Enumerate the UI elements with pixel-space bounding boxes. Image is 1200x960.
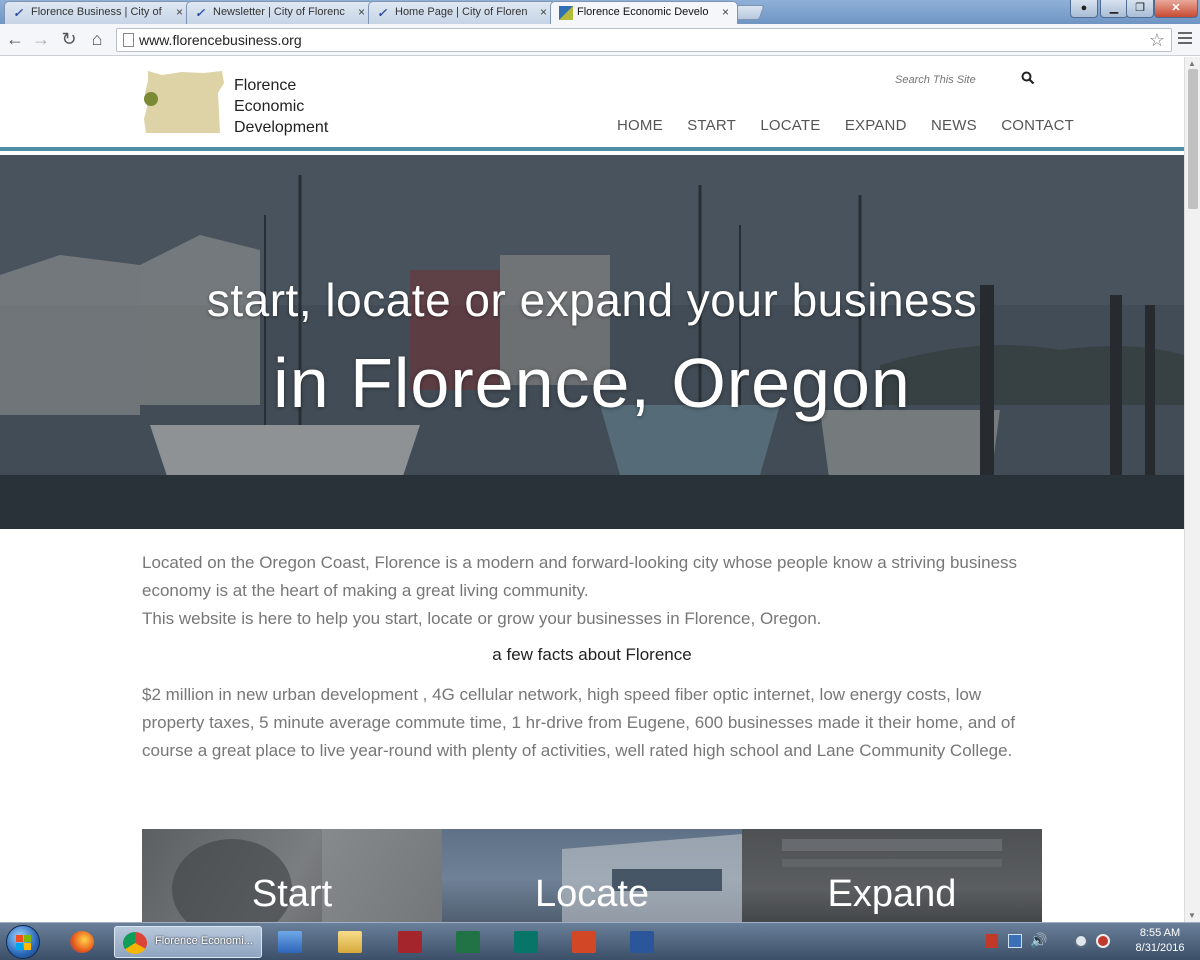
card-expand[interactable]: Expand: [742, 829, 1042, 922]
taskbar-active-label: Florence Economi...: [155, 935, 253, 947]
folder-icon: [338, 931, 362, 953]
tab-title: Newsletter | City of Florence: [213, 6, 345, 18]
facts-text: $2 million in new urban development , 4G…: [142, 685, 1016, 760]
powerpoint-icon: [572, 931, 596, 953]
close-window-icon[interactable]: ✕: [1154, 0, 1198, 18]
address-bar[interactable]: www.florencebusiness.org ☆: [116, 28, 1172, 52]
chrome-icon: [123, 932, 147, 954]
site-search-input[interactable]: [895, 71, 1015, 89]
user-profile-icon[interactable]: ●: [1070, 0, 1098, 18]
browser-tab-bar: ✓ Florence Business | City of × ✓ Newsle…: [0, 0, 1200, 24]
publisher-taskbar-button[interactable]: [506, 926, 548, 958]
restore-icon[interactable]: ❐: [1126, 0, 1154, 18]
page-icon: [123, 33, 134, 47]
city-favicon-icon: ✓: [377, 6, 388, 20]
home-button[interactable]: ⌂: [86, 28, 108, 50]
access-taskbar-button[interactable]: [390, 926, 432, 958]
main-nav: HOME START LOCATE EXPAND NEWS CONTACT: [617, 117, 1074, 134]
tab-close-icon[interactable]: ×: [540, 2, 547, 23]
hero-subheadline: in Florence, Oregon: [273, 344, 911, 422]
card-locate-label: Locate: [534, 873, 650, 915]
hero-headline: start, locate or expand your business: [206, 274, 978, 326]
word-icon: [630, 931, 654, 953]
security-icon[interactable]: [1074, 934, 1088, 948]
scroll-down-icon[interactable]: ▼: [1188, 911, 1196, 920]
card-start-label: Start: [251, 873, 333, 915]
word-taskbar-button[interactable]: [622, 926, 664, 958]
url-text[interactable]: www.florencebusiness.org: [139, 32, 302, 48]
intro-paragraph: This website is here to help you start, …: [142, 609, 822, 628]
tab-title: Florence Business | City of: [31, 6, 162, 18]
site-favicon-icon: [559, 6, 573, 20]
minimize-icon[interactable]: ▁: [1100, 0, 1128, 18]
tab-close-icon[interactable]: ×: [358, 2, 365, 23]
logo-line: Economic: [234, 98, 305, 115]
clock-date: 8/31/2016: [1135, 942, 1185, 954]
tab-florence-economic-development[interactable]: Florence Economic Develo ×: [550, 1, 738, 24]
page-viewport: Florence Economic Development HOME START…: [0, 57, 1184, 922]
tab-title: Home Page | City of Florence: [395, 6, 527, 18]
clock-time: 8:55 AM: [1139, 927, 1181, 939]
taskbar-clock[interactable]: 8:55 AM 8/31/2016: [1122, 926, 1198, 956]
site-header: Florence Economic Development HOME START…: [0, 57, 1184, 151]
nav-start[interactable]: START: [687, 117, 736, 134]
media-player-icon: [278, 931, 302, 953]
bookmark-star-icon[interactable]: ☆: [1149, 29, 1165, 51]
firefox-icon: [70, 931, 94, 953]
tab-close-icon[interactable]: ×: [176, 2, 183, 23]
city-favicon-icon: ✓: [195, 6, 206, 20]
card-expand-label: Expand: [827, 873, 957, 915]
nav-news[interactable]: NEWS: [931, 117, 977, 134]
tab-close-icon[interactable]: ×: [722, 2, 729, 23]
intro-paragraph: Located on the Oregon Coast, Florence is…: [142, 553, 1018, 600]
back-button[interactable]: ←: [4, 28, 26, 50]
tray-app-icon[interactable]: [986, 934, 998, 948]
logo-line: Development: [234, 119, 329, 136]
excel-taskbar-button[interactable]: [448, 926, 490, 958]
intro-text: Located on the Oregon Coast, Florence is…: [142, 549, 1042, 633]
start-button[interactable]: [6, 925, 40, 959]
hero-banner: start, locate or expand your business in…: [0, 155, 1184, 529]
file-explorer-taskbar-button[interactable]: [330, 926, 372, 958]
publisher-icon: [514, 931, 538, 953]
volume-icon[interactable]: 🔊: [1030, 932, 1047, 949]
action-cards: Start Locate Expand: [142, 829, 1043, 922]
forward-button[interactable]: →: [30, 28, 52, 50]
windows-logo-icon: [16, 935, 31, 950]
search-icon[interactable]: [1021, 71, 1035, 85]
alert-icon[interactable]: [1096, 934, 1110, 948]
facts-heading: a few facts about Florence: [492, 645, 692, 664]
logo-line: Florence: [234, 77, 297, 94]
tab-home-page[interactable]: ✓ Home Page | City of Florence ×: [368, 1, 556, 24]
card-locate[interactable]: Locate: [442, 829, 742, 922]
page-scrollbar[interactable]: ▲ ▼: [1184, 57, 1200, 922]
nav-contact[interactable]: CONTACT: [1001, 117, 1074, 134]
media-player-taskbar-button[interactable]: [270, 926, 312, 958]
nav-locate[interactable]: LOCATE: [760, 117, 820, 134]
nav-home[interactable]: HOME: [617, 117, 663, 134]
tab-newsletter[interactable]: ✓ Newsletter | City of Florence ×: [186, 1, 374, 24]
marina-photo-background: [0, 155, 1184, 529]
card-start[interactable]: Start: [142, 829, 442, 922]
tab-title: Florence Economic Develo: [577, 6, 709, 18]
excel-icon: [456, 931, 480, 953]
browser-toolbar: ← → ↻ ⌂ www.florencebusiness.org ☆: [0, 24, 1200, 56]
firefox-taskbar-button[interactable]: [62, 926, 104, 958]
city-favicon-icon: ✓: [13, 6, 24, 20]
site-logo-text[interactable]: Florence Economic Development: [234, 75, 328, 138]
reload-button[interactable]: ↻: [58, 28, 80, 50]
access-icon: [398, 931, 422, 953]
browser-menu-icon[interactable]: [1178, 32, 1192, 47]
windows-taskbar: Florence Economi... 🔊: [0, 922, 1200, 960]
oregon-map-logo-icon[interactable]: [142, 69, 226, 135]
powerpoint-taskbar-button[interactable]: [564, 926, 606, 958]
scrollbar-thumb[interactable]: [1188, 69, 1198, 209]
scroll-up-icon[interactable]: ▲: [1188, 59, 1196, 68]
nav-expand[interactable]: EXPAND: [845, 117, 907, 134]
chrome-taskbar-button[interactable]: Florence Economi...: [114, 926, 262, 958]
network-icon[interactable]: [1008, 934, 1022, 948]
tab-florence-business[interactable]: ✓ Florence Business | City of ×: [4, 1, 192, 24]
